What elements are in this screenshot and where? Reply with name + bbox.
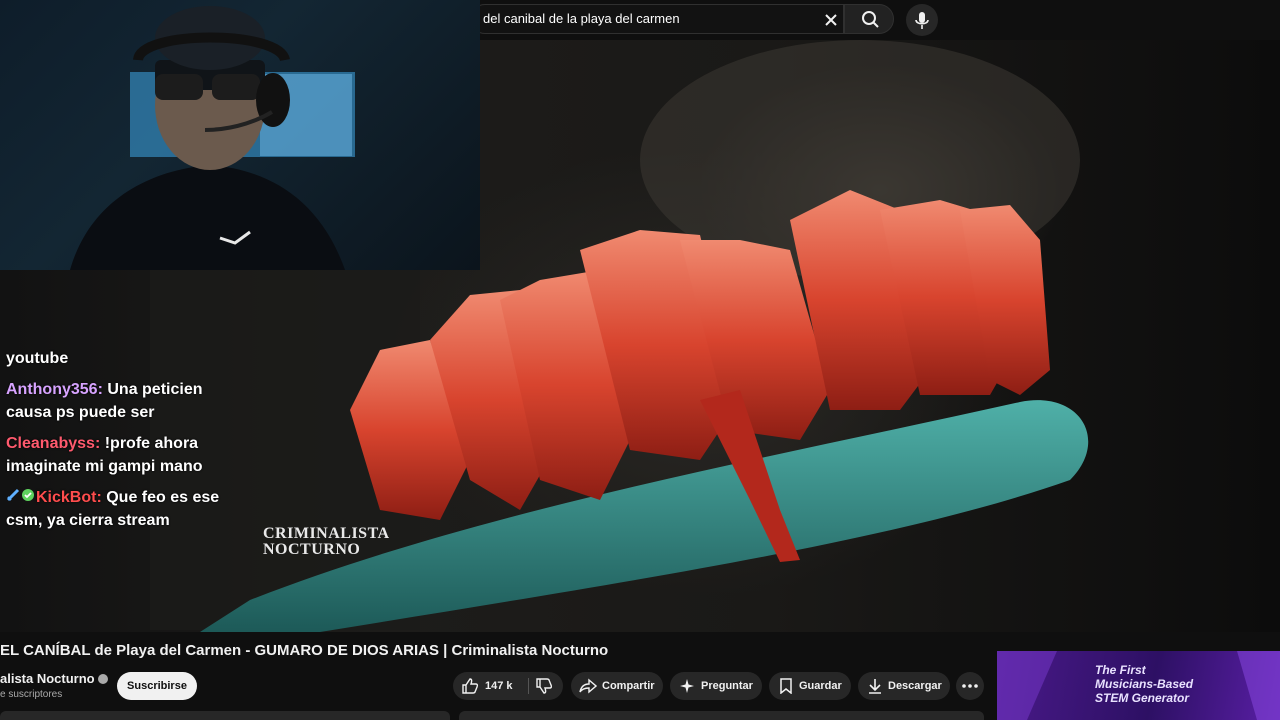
share-button[interactable]: Compartir (571, 672, 663, 700)
share-label: Compartir (602, 680, 655, 692)
save-label: Guardar (799, 680, 842, 692)
chat-overlay: youtube Anthony356: Una peticien causa p… (6, 347, 242, 540)
ask-button[interactable]: Preguntar (670, 672, 762, 700)
ad-banner[interactable]: The First Musicians-Based STEM Generator (997, 651, 1280, 720)
bot-badge-icon (20, 486, 36, 509)
clear-search-button[interactable] (819, 8, 843, 32)
ad-text: The First Musicians-Based STEM Generator (1095, 663, 1193, 705)
save-button[interactable]: Guardar (769, 672, 851, 700)
ad-line3: STEM Generator (1095, 691, 1190, 705)
channel-watermark: CRIMINALISTA NOCTURNO (263, 526, 398, 558)
thumbs-down-icon (536, 678, 553, 694)
search-button[interactable] (844, 4, 894, 34)
voice-search-button[interactable] (906, 4, 938, 36)
watermark-line2: NOCTURNO (263, 541, 361, 558)
like-count: 147 k (485, 680, 513, 692)
verified-icon (97, 674, 108, 684)
chat-message: youtube (6, 347, 242, 370)
subscriber-count: e suscriptores (0, 689, 63, 700)
sparkle-icon (680, 679, 694, 693)
chat-message: Anthony356: Una peticien causa ps puede … (6, 378, 242, 424)
like-button[interactable]: 147 k (453, 672, 528, 700)
ad-line1: The First (1095, 663, 1146, 677)
close-icon (825, 14, 837, 26)
dislike-button[interactable] (529, 672, 563, 700)
streamer-camera (70, 6, 355, 270)
ad-line2: Musicians-Based (1095, 677, 1194, 691)
sword-badge-icon (6, 486, 20, 509)
microphone-icon (915, 12, 929, 29)
download-label: Descargar (888, 680, 942, 692)
chat-message: KickBot: Que feo es ese csm, ya cierra s… (6, 486, 242, 532)
description-panel (0, 711, 450, 720)
video-title: EL CANÍBAL de Playa del Carmen - GUMARO … (0, 642, 609, 659)
more-icon (962, 684, 978, 688)
search-input[interactable]: del canibal de la playa del carmen (483, 11, 803, 26)
comments-panel (459, 711, 984, 720)
chat-username: Cleanabyss: (6, 435, 101, 452)
watermark-line1: CRIMINALISTA (263, 525, 390, 542)
download-button[interactable]: Descargar (858, 672, 950, 700)
chat-username: Anthony356: (6, 381, 103, 398)
chat-text: youtube (6, 350, 69, 367)
chat-username: KickBot: (36, 489, 102, 506)
chat-message: Cleanabyss: !profe ahora imaginate mi ga… (6, 432, 242, 478)
search-box[interactable]: del canibal de la playa del carmen (470, 4, 844, 34)
thumbs-up-icon (462, 678, 479, 694)
search-icon (862, 11, 879, 28)
webcam-overlay (0, 0, 480, 270)
like-dislike-group: 147 k (453, 672, 563, 700)
channel-name[interactable]: alista Nocturno (0, 671, 108, 686)
subscribe-button[interactable]: Suscribirse (117, 672, 197, 700)
download-icon (869, 679, 881, 694)
ask-label: Preguntar (701, 680, 753, 692)
bookmark-icon (780, 678, 792, 694)
channel-name-text: alista Nocturno (0, 671, 95, 686)
share-icon (579, 678, 597, 694)
more-actions-button[interactable] (956, 672, 984, 700)
